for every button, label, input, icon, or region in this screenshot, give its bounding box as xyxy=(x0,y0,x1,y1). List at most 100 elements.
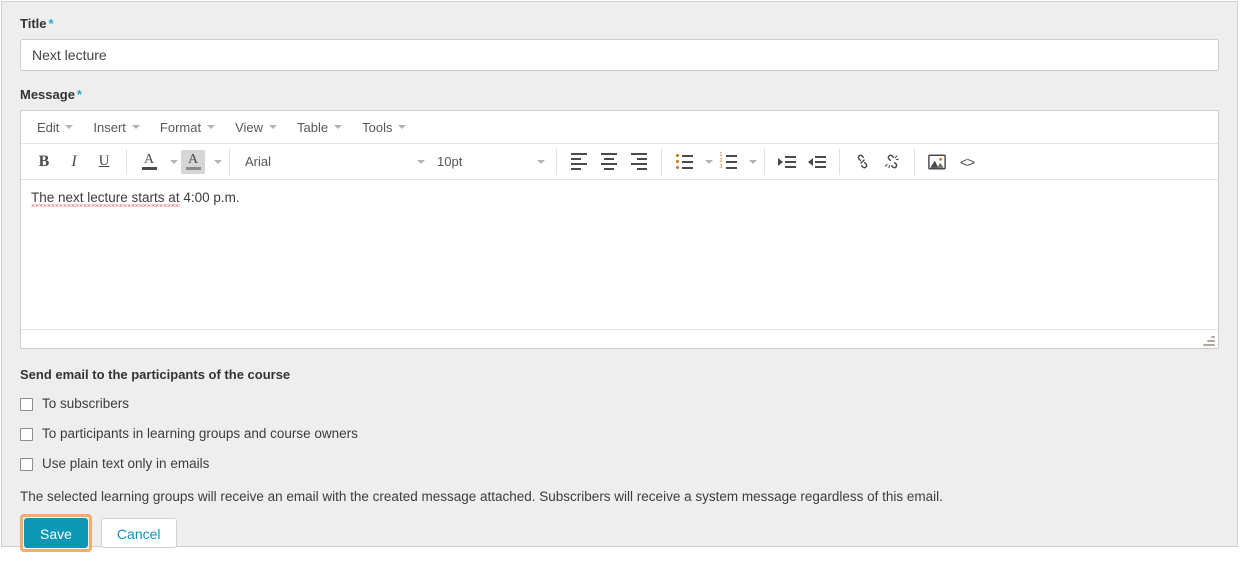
message-label: Message * xyxy=(20,87,1219,103)
menu-view-label: View xyxy=(235,119,264,135)
checkbox-label-plain-text: Use plain text only in emails xyxy=(42,456,210,471)
text-color-swatch xyxy=(141,167,157,170)
chevron-down-icon xyxy=(131,125,140,129)
text-color-dropdown[interactable] xyxy=(164,149,178,175)
bold-icon: B xyxy=(38,152,50,170)
decrease-indent-button[interactable] xyxy=(803,149,831,175)
text-color-icon: A xyxy=(137,150,161,174)
insert-image-button[interactable] xyxy=(923,149,951,175)
email-help-text: The selected learning groups will receiv… xyxy=(20,489,943,504)
bullet-list-button[interactable] xyxy=(670,149,698,175)
toolbar-separator xyxy=(229,148,230,175)
menu-edit[interactable]: Edit xyxy=(31,118,79,137)
unlink-icon xyxy=(884,154,899,169)
toolbar-separator xyxy=(839,148,840,175)
menu-table[interactable]: Table xyxy=(291,118,348,137)
italic-icon: I xyxy=(71,152,77,170)
chevron-down-icon xyxy=(537,159,545,164)
editor-text-rest: 4:00 p.m. xyxy=(179,190,240,205)
align-right-icon xyxy=(631,152,647,172)
resize-handle[interactable] xyxy=(1203,334,1215,346)
bullet-list-dropdown[interactable] xyxy=(699,149,713,175)
checkbox-label-to-learning-groups: To participants in learning groups and c… xyxy=(42,426,358,441)
title-input[interactable] xyxy=(20,39,1219,71)
menu-tools-label: Tools xyxy=(362,119,393,135)
numbered-list-button[interactable]: 1 2 3 xyxy=(714,149,742,175)
title-required-asterisk: * xyxy=(48,16,54,31)
toolbar-separator xyxy=(556,148,557,175)
source-code-icon: <> xyxy=(959,153,975,170)
checkbox-to-learning-groups[interactable] xyxy=(20,427,33,441)
cancel-button[interactable]: Cancel xyxy=(100,518,177,548)
font-family-select[interactable]: Arial xyxy=(237,149,429,175)
chevron-down-icon xyxy=(398,125,407,129)
chevron-down-icon xyxy=(269,125,278,129)
link-icon xyxy=(857,154,867,169)
menu-format[interactable]: Format xyxy=(154,118,221,137)
email-section-title: Send email to the participants of the co… xyxy=(20,367,291,382)
outdent-icon xyxy=(808,154,826,169)
align-center-icon xyxy=(601,152,617,172)
save-button-focus-ring: Save xyxy=(20,514,92,552)
background-color-button[interactable]: A xyxy=(179,149,207,175)
source-code-button[interactable]: <> xyxy=(953,149,981,175)
menu-insert-label: Insert xyxy=(93,119,126,135)
chevron-down-icon xyxy=(214,159,222,164)
chevron-down-icon xyxy=(417,159,425,164)
title-label-text: Title xyxy=(20,16,47,31)
checkbox-label-to-subscribers: To subscribers xyxy=(42,396,130,411)
align-left-button[interactable] xyxy=(565,149,593,175)
remove-link-button[interactable] xyxy=(878,149,906,175)
save-button[interactable]: Save xyxy=(24,518,88,548)
chevron-down-icon xyxy=(207,125,216,129)
editor-toolbar: B I U A A Arial 10pt 1 2 3 <> xyxy=(21,144,1218,180)
chevron-down-icon xyxy=(334,125,343,129)
font-family-value: Arial xyxy=(245,154,272,169)
underline-button[interactable]: U xyxy=(90,149,118,175)
increase-indent-button[interactable] xyxy=(773,149,801,175)
menu-view[interactable]: View xyxy=(229,118,283,137)
menu-edit-label: Edit xyxy=(37,119,60,135)
menu-table-label: Table xyxy=(297,119,329,135)
background-color-dropdown[interactable] xyxy=(208,149,222,175)
insert-link-button[interactable] xyxy=(848,149,876,175)
checkbox-plain-text[interactable] xyxy=(20,457,33,471)
italic-button[interactable]: I xyxy=(60,149,88,175)
toolbar-separator xyxy=(126,148,127,175)
underline-icon: U xyxy=(98,153,110,169)
chevron-down-icon xyxy=(705,159,713,164)
align-left-icon xyxy=(571,152,587,172)
message-label-text: Message xyxy=(20,87,75,102)
toolbar-separator xyxy=(764,148,765,175)
background-color-letter: A xyxy=(187,152,199,167)
menu-tools[interactable]: Tools xyxy=(356,118,412,137)
toolbar-separator xyxy=(661,148,662,175)
text-color-button[interactable]: A xyxy=(135,149,163,175)
numbered-list-dropdown[interactable] xyxy=(743,149,757,175)
font-size-select[interactable]: 10pt xyxy=(429,149,549,175)
indent-icon xyxy=(778,154,796,169)
checkbox-row-learning-groups[interactable]: To participants in learning groups and c… xyxy=(20,426,1219,442)
checkbox-row-plain-text[interactable]: Use plain text only in emails xyxy=(20,456,1219,472)
menu-format-label: Format xyxy=(159,119,202,135)
form-actions: Save Cancel xyxy=(20,514,1219,552)
editor-menubar: Edit Insert Format View Table Tools xyxy=(21,111,1218,144)
align-right-button[interactable] xyxy=(625,149,653,175)
toolbar-separator xyxy=(914,148,915,175)
menu-insert[interactable]: Insert xyxy=(87,118,146,137)
chevron-down-icon xyxy=(749,159,757,164)
chevron-down-icon xyxy=(170,159,178,164)
checkbox-row-subscribers[interactable]: To subscribers xyxy=(20,396,1219,412)
background-color-icon: A xyxy=(181,149,205,174)
chevron-down-icon xyxy=(65,125,74,129)
font-size-value: 10pt xyxy=(437,154,463,169)
align-center-button[interactable] xyxy=(595,149,623,175)
numbered-list-icon: 1 2 3 xyxy=(720,153,737,171)
bold-button[interactable]: B xyxy=(30,149,58,175)
editor-content-area[interactable]: The next lecture starts at 4:00 p.m. xyxy=(21,180,1218,329)
editor-text-spellchecked: The next lecture starts at xyxy=(31,190,180,205)
text-color-letter: A xyxy=(143,152,155,167)
announcement-form-page: Title* Message* Edit Insert Format xyxy=(0,0,1241,561)
checkbox-to-subscribers[interactable] xyxy=(20,397,33,411)
editor-statusbar xyxy=(21,329,1218,348)
